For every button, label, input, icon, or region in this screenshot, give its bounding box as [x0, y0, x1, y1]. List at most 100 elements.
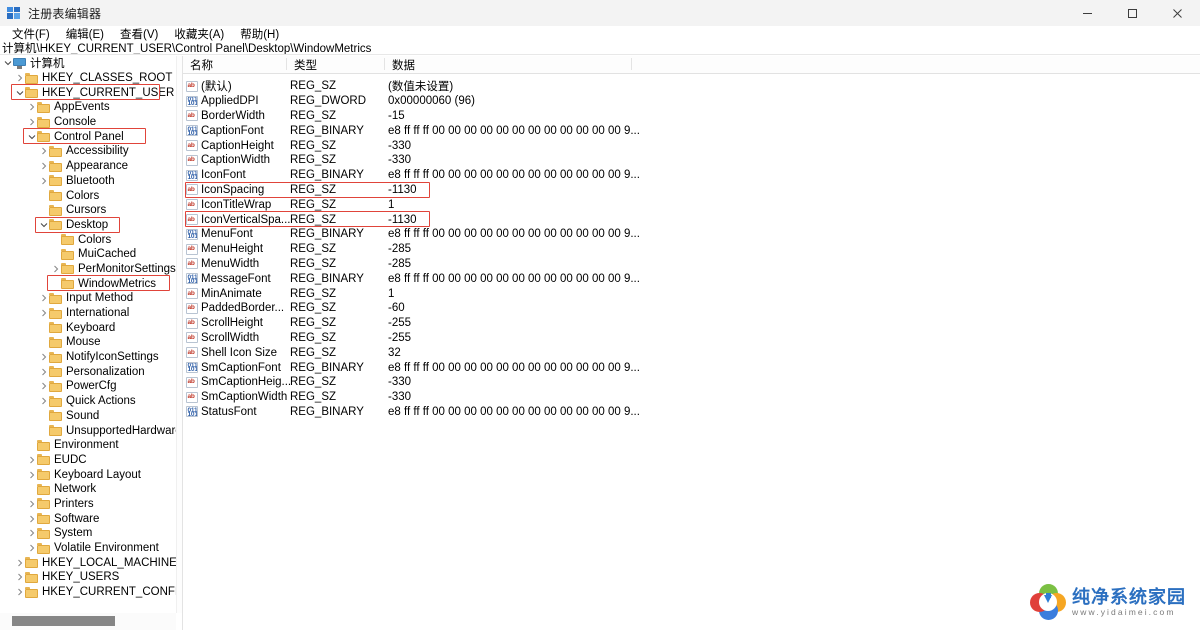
- chevron-right-icon[interactable]: [26, 102, 37, 113]
- value-row[interactable]: ab SmCaptionHeig... REG_SZ -330: [183, 375, 1200, 390]
- tree-node-control-panel[interactable]: Control Panel: [0, 129, 176, 144]
- tree-node-international[interactable]: International: [0, 306, 176, 321]
- menu-item-0[interactable]: 文件(F): [4, 25, 58, 43]
- tree-node-windowmetrics[interactable]: WindowMetrics: [0, 276, 176, 291]
- tree-node-accessibility[interactable]: Accessibility: [0, 144, 176, 159]
- column-separator[interactable]: [631, 58, 632, 70]
- tree-node-personalization[interactable]: Personalization: [0, 364, 176, 379]
- value-row[interactable]: 011 101 IconFont REG_BINARY e8 ff ff ff 00 0…: [183, 168, 1200, 183]
- tree-node-keyboard[interactable]: Keyboard: [0, 320, 176, 335]
- value-row[interactable]: 011 101 SmCaptionFont REG_BINARY e8 ff ff ff…: [183, 360, 1200, 375]
- tree-node-unsupportedhardware[interactable]: UnsupportedHardware: [0, 423, 176, 438]
- chevron-down-icon[interactable]: [14, 87, 25, 98]
- value-row[interactable]: ab CaptionHeight REG_SZ -330: [183, 138, 1200, 153]
- chevron-right-icon[interactable]: [50, 263, 61, 274]
- tree-node-hkey-users[interactable]: HKEY_USERS: [0, 570, 176, 585]
- tree-node-mouse[interactable]: Mouse: [0, 335, 176, 350]
- tree-node-console[interactable]: Console: [0, 115, 176, 130]
- address-bar[interactable]: 计算机\HKEY_CURRENT_USER\Control Panel\Desk…: [0, 42, 1200, 55]
- tree-node-[interactable]: 计算机: [0, 56, 176, 71]
- tree-node-keyboard-layout[interactable]: Keyboard Layout: [0, 467, 176, 482]
- tree-node-powercfg[interactable]: PowerCfg: [0, 379, 176, 394]
- value-row[interactable]: 011 101 AppliedDPI REG_DWORD 0x00000060 (96): [183, 94, 1200, 109]
- chevron-right-icon[interactable]: [38, 352, 49, 363]
- value-row[interactable]: ab IconVerticalSpa... REG_SZ -1130: [183, 212, 1200, 227]
- tree-node-printers[interactable]: Printers: [0, 497, 176, 512]
- value-row[interactable]: ab IconSpacing REG_SZ -1130: [183, 183, 1200, 198]
- value-row[interactable]: ab CaptionWidth REG_SZ -330: [183, 153, 1200, 168]
- close-button[interactable]: [1155, 0, 1200, 26]
- tree-node-permonitorsettings[interactable]: PerMonitorSettings: [0, 262, 176, 277]
- tree-node-sound[interactable]: Sound: [0, 409, 176, 424]
- value-row[interactable]: ab MinAnimate REG_SZ 1: [183, 286, 1200, 301]
- value-row[interactable]: ab SmCaptionWidth REG_SZ -330: [183, 390, 1200, 405]
- chevron-down-icon[interactable]: [2, 58, 13, 69]
- chevron-right-icon[interactable]: [38, 175, 49, 186]
- chevron-right-icon[interactable]: [14, 73, 25, 84]
- chevron-down-icon[interactable]: [26, 131, 37, 142]
- chevron-right-icon[interactable]: [26, 543, 37, 554]
- value-row[interactable]: 011 101 MenuFont REG_BINARY e8 ff ff ff 00 0…: [183, 227, 1200, 242]
- tree-node-volatile-environment[interactable]: Volatile Environment: [0, 541, 176, 556]
- tree-node-eudc[interactable]: EUDC: [0, 453, 176, 468]
- tree-node-notifyiconsettings[interactable]: NotifyIconSettings: [0, 350, 176, 365]
- tree-node-cursors[interactable]: Cursors: [0, 203, 176, 218]
- value-row[interactable]: 011 101 MessageFont REG_BINARY e8 ff ff ff 0…: [183, 271, 1200, 286]
- tree-node-network[interactable]: Network: [0, 482, 176, 497]
- tree-node-appearance[interactable]: Appearance: [0, 159, 176, 174]
- value-row[interactable]: ab PaddedBorder... REG_SZ -60: [183, 301, 1200, 316]
- tree-scrollbar-thumb[interactable]: [12, 616, 115, 626]
- value-row[interactable]: ab MenuWidth REG_SZ -285: [183, 257, 1200, 272]
- value-row[interactable]: ab BorderWidth REG_SZ -15: [183, 109, 1200, 124]
- tree-node-bluetooth[interactable]: Bluetooth: [0, 174, 176, 189]
- column-header-1[interactable]: 类型: [290, 57, 317, 72]
- chevron-right-icon[interactable]: [38, 396, 49, 407]
- chevron-right-icon[interactable]: [26, 117, 37, 128]
- chevron-right-icon[interactable]: [26, 528, 37, 539]
- tree-node-software[interactable]: Software: [0, 511, 176, 526]
- value-row[interactable]: ab MenuHeight REG_SZ -285: [183, 242, 1200, 257]
- tree-node-hkey-local-machine[interactable]: HKEY_LOCAL_MACHINE: [0, 555, 176, 570]
- chevron-right-icon[interactable]: [26, 469, 37, 480]
- tree-node-input-method[interactable]: Input Method: [0, 291, 176, 306]
- chevron-right-icon[interactable]: [14, 587, 25, 598]
- menu-item-3[interactable]: 收藏夹(A): [166, 25, 232, 43]
- tree-horizontal-scrollbar[interactable]: [0, 613, 176, 630]
- chevron-right-icon[interactable]: [38, 146, 49, 157]
- tree-node-colors[interactable]: Colors: [0, 188, 176, 203]
- tree-node-muicached[interactable]: MuiCached: [0, 247, 176, 262]
- chevron-down-icon[interactable]: [38, 219, 49, 230]
- tree-node-hkey-classes-root[interactable]: HKEY_CLASSES_ROOT: [0, 71, 176, 86]
- maximize-button[interactable]: [1110, 0, 1155, 26]
- value-row[interactable]: ab Shell Icon Size REG_SZ 32: [183, 345, 1200, 360]
- chevron-right-icon[interactable]: [38, 161, 49, 172]
- chevron-right-icon[interactable]: [26, 513, 37, 524]
- chevron-right-icon[interactable]: [14, 572, 25, 583]
- tree-node-system[interactable]: System: [0, 526, 176, 541]
- value-row[interactable]: 011 101 StatusFont REG_BINARY e8 ff ff ff 00…: [183, 405, 1200, 420]
- value-row[interactable]: 011 101 CaptionFont REG_BINARY e8 ff ff ff 0…: [183, 123, 1200, 138]
- chevron-right-icon[interactable]: [26, 454, 37, 465]
- tree-node-appevents[interactable]: AppEvents: [0, 100, 176, 115]
- column-header-0[interactable]: 名称: [186, 57, 213, 72]
- column-separator[interactable]: [384, 58, 385, 70]
- chevron-right-icon[interactable]: [14, 557, 25, 568]
- column-separator[interactable]: [286, 58, 287, 70]
- minimize-button[interactable]: [1065, 0, 1110, 26]
- registry-tree[interactable]: 计算机 HKEY_CLASSES_ROOT HKEY_CURRENT_USER App…: [0, 56, 176, 613]
- menu-item-2[interactable]: 查看(V): [112, 25, 166, 43]
- menu-item-4[interactable]: 帮助(H): [232, 25, 287, 43]
- value-row[interactable]: ab ScrollWidth REG_SZ -255: [183, 331, 1200, 346]
- chevron-right-icon[interactable]: [38, 366, 49, 377]
- tree-node-desktop[interactable]: Desktop: [0, 218, 176, 233]
- tree-node-quick-actions[interactable]: Quick Actions: [0, 394, 176, 409]
- value-row[interactable]: ab ScrollHeight REG_SZ -255: [183, 316, 1200, 331]
- chevron-right-icon[interactable]: [38, 308, 49, 319]
- tree-node-colors[interactable]: Colors: [0, 232, 176, 247]
- chevron-right-icon[interactable]: [26, 498, 37, 509]
- column-header-2[interactable]: 数据: [388, 57, 415, 72]
- tree-node-hkey-current-config[interactable]: HKEY_CURRENT_CONFIG: [0, 585, 176, 600]
- chevron-right-icon[interactable]: [38, 293, 49, 304]
- tree-node-environment[interactable]: Environment: [0, 438, 176, 453]
- menu-item-1[interactable]: 编辑(E): [58, 25, 112, 43]
